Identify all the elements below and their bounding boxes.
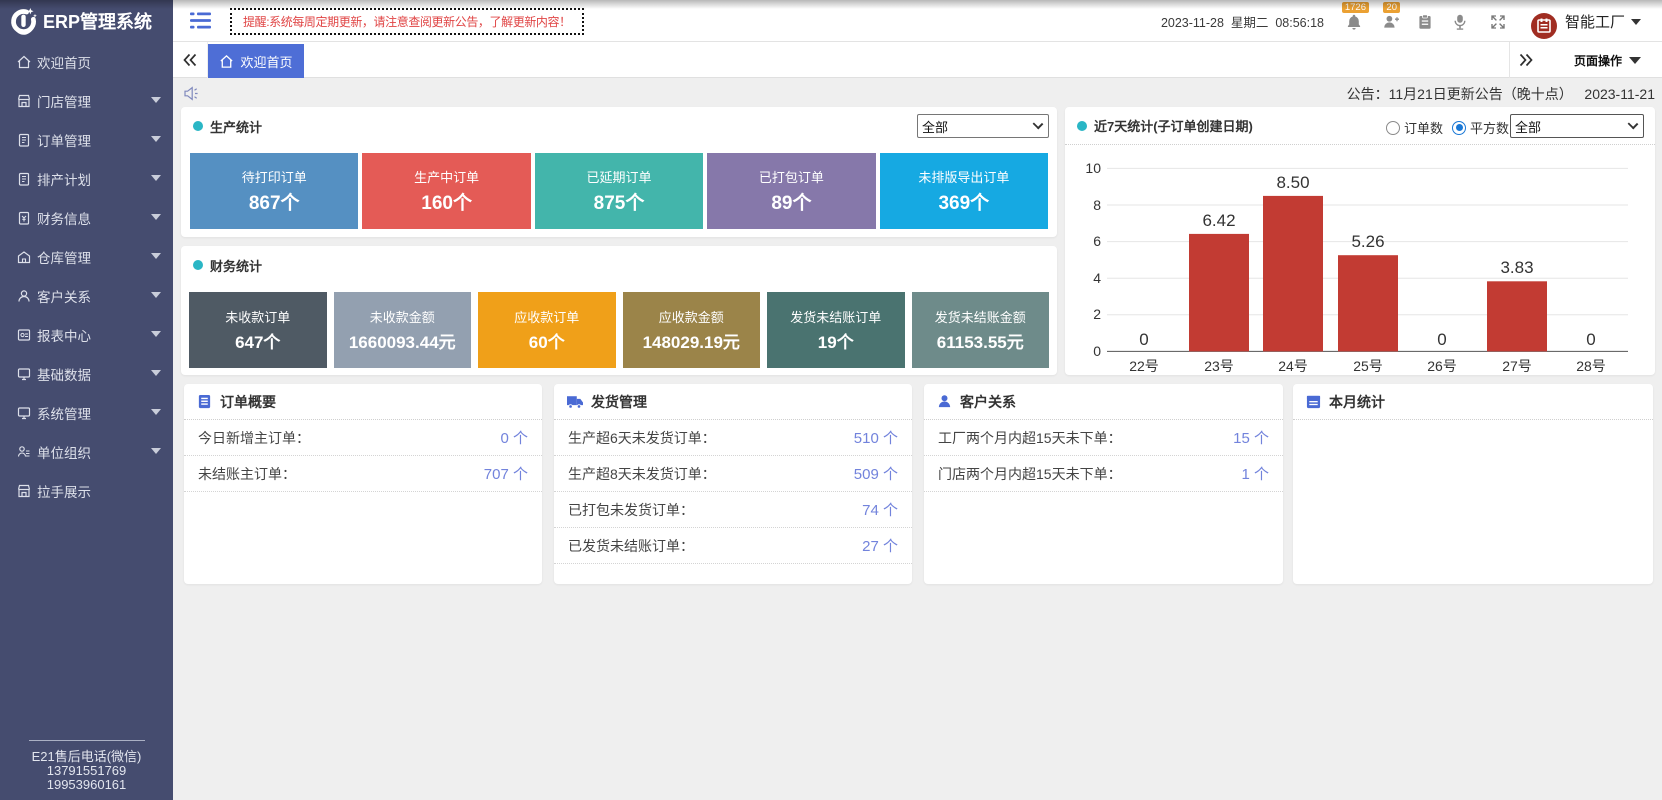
- svg-text:3.83: 3.83: [1500, 258, 1533, 277]
- svg-text:6: 6: [1093, 233, 1101, 249]
- svg-text:23号: 23号: [1204, 358, 1234, 374]
- svg-text:0: 0: [1139, 330, 1148, 349]
- svg-text:24号: 24号: [1278, 358, 1308, 374]
- svg-text:5.26: 5.26: [1351, 232, 1384, 251]
- svg-text:0: 0: [1437, 330, 1446, 349]
- svg-text:0: 0: [1586, 330, 1595, 349]
- svg-text:6.42: 6.42: [1202, 211, 1235, 230]
- svg-text:28号: 28号: [1576, 358, 1606, 374]
- svg-text:10: 10: [1085, 160, 1101, 176]
- svg-text:2: 2: [1093, 306, 1101, 322]
- svg-text:26号: 26号: [1427, 358, 1457, 374]
- svg-text:22号: 22号: [1129, 358, 1159, 374]
- svg-text:4: 4: [1093, 270, 1101, 286]
- svg-text:8.50: 8.50: [1276, 173, 1309, 192]
- svg-text:25号: 25号: [1353, 358, 1383, 374]
- svg-text:0: 0: [1093, 343, 1101, 359]
- svg-text:27号: 27号: [1502, 358, 1532, 374]
- svg-text:8: 8: [1093, 197, 1101, 213]
